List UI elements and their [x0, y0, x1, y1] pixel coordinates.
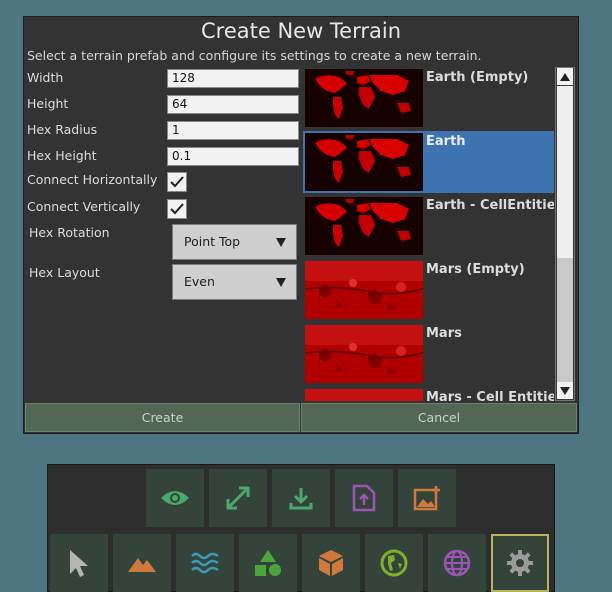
- mars-map-thumbnail: [304, 261, 424, 319]
- globe-icon: [443, 549, 471, 577]
- expand-icon: [225, 485, 251, 511]
- earth-icon: [380, 549, 408, 577]
- mars-map-thumbnail: [305, 389, 423, 401]
- cube-tool-button[interactable]: [302, 534, 360, 592]
- height-label: Height: [27, 96, 69, 111]
- pointer-icon: [68, 548, 90, 578]
- file-upload-tool-button[interactable]: [335, 469, 393, 527]
- hex-rotation-label: Hex Rotation: [29, 225, 110, 240]
- prefab-item-label: Mars (Empty): [426, 262, 525, 277]
- gear-tool-button[interactable]: [491, 534, 549, 592]
- earth-tool-button[interactable]: [365, 534, 423, 592]
- prefab-item[interactable]: Mars (Empty): [303, 259, 554, 321]
- hex-height-label: Hex Height: [27, 148, 97, 163]
- eye-icon: [160, 488, 190, 508]
- water-tool-button[interactable]: [176, 534, 234, 592]
- download-tool-button[interactable]: [272, 469, 330, 527]
- prefab-item-label: Mars - Cell Entities: [426, 390, 554, 401]
- width-label: Width: [27, 70, 64, 85]
- prefab-list-scrollbar[interactable]: [555, 67, 575, 401]
- scroll-down-icon[interactable]: [557, 382, 573, 399]
- prefab-item[interactable]: Earth (Empty): [303, 67, 554, 129]
- dialog-title: Create New Terrain: [200, 19, 402, 43]
- hex-rotation-value: Point Top: [184, 234, 241, 249]
- hex-rotation-dropdown[interactable]: Point Top: [172, 224, 297, 260]
- earth-map-thumbnail: [305, 69, 423, 127]
- mountain-icon: [127, 553, 157, 573]
- prefab-item[interactable]: Mars: [303, 323, 554, 385]
- dropdown-arrow-icon: [276, 275, 286, 290]
- expand-tool-button[interactable]: [209, 469, 267, 527]
- height-field[interactable]: 64: [167, 95, 299, 114]
- scroll-up-icon[interactable]: [557, 68, 573, 85]
- prefab-item[interactable]: Mars - Cell Entities: [303, 387, 554, 401]
- earth-map-thumbnail: [305, 197, 423, 255]
- dropdown-arrow-icon: [276, 235, 286, 250]
- hex-layout-dropdown[interactable]: Even: [172, 264, 297, 300]
- hex-layout-value: Even: [184, 274, 215, 289]
- cancel-button[interactable]: Cancel: [301, 403, 577, 432]
- checkmark-icon: [170, 176, 184, 188]
- mars-map-thumbnail: [304, 325, 424, 383]
- hex-height-field[interactable]: 0.1: [167, 147, 299, 166]
- mountain-tool-button[interactable]: [113, 534, 171, 592]
- create-terrain-dialog: Create New Terrain Select a terrain pref…: [23, 16, 579, 434]
- hex-radius-field[interactable]: 1: [167, 121, 299, 140]
- prefab-item[interactable]: Earth: [303, 131, 554, 193]
- prefab-item-label: Mars: [426, 326, 462, 341]
- prefab-item-label: Earth: [426, 134, 466, 149]
- connect-horizontally-label: Connect Horizontally: [27, 172, 158, 187]
- gear-icon: [506, 549, 534, 577]
- download-icon: [288, 485, 314, 511]
- dialog-subtitle: Select a terrain prefab and configure it…: [27, 48, 482, 63]
- prefab-item-label: Earth - CellEntities: [426, 198, 554, 213]
- prefab-item[interactable]: Earth - CellEntities: [303, 195, 554, 257]
- width-field[interactable]: 128: [167, 69, 299, 88]
- pointer-tool-button[interactable]: [50, 534, 108, 592]
- connect-vertically-label: Connect Vertically: [27, 199, 141, 214]
- earth-map-thumbnail: [305, 133, 423, 191]
- prefab-item-label: Earth (Empty): [426, 70, 529, 85]
- scrollbar-thumb[interactable]: [557, 86, 573, 258]
- connect-horizontally-checkbox[interactable]: [167, 172, 187, 192]
- shapes-tool-button[interactable]: [239, 534, 297, 592]
- file-upload-icon: [352, 484, 376, 512]
- add-image-tool-button[interactable]: [398, 469, 456, 527]
- tool-palette: [47, 464, 555, 592]
- create-button[interactable]: Create: [25, 403, 300, 432]
- connect-vertically-checkbox[interactable]: [167, 199, 187, 219]
- eye-tool-button[interactable]: [146, 469, 204, 527]
- hex-radius-label: Hex Radius: [27, 122, 98, 137]
- add-image-icon: [413, 485, 441, 511]
- prefab-list[interactable]: Earth (Empty) Earth Earth - CellEntities…: [303, 67, 554, 401]
- cube-icon: [317, 549, 345, 577]
- checkmark-icon: [170, 203, 184, 215]
- shapes-icon: [253, 549, 283, 577]
- globe-tool-button[interactable]: [428, 534, 486, 592]
- water-icon: [190, 551, 220, 575]
- hex-layout-label: Hex Layout: [29, 265, 100, 280]
